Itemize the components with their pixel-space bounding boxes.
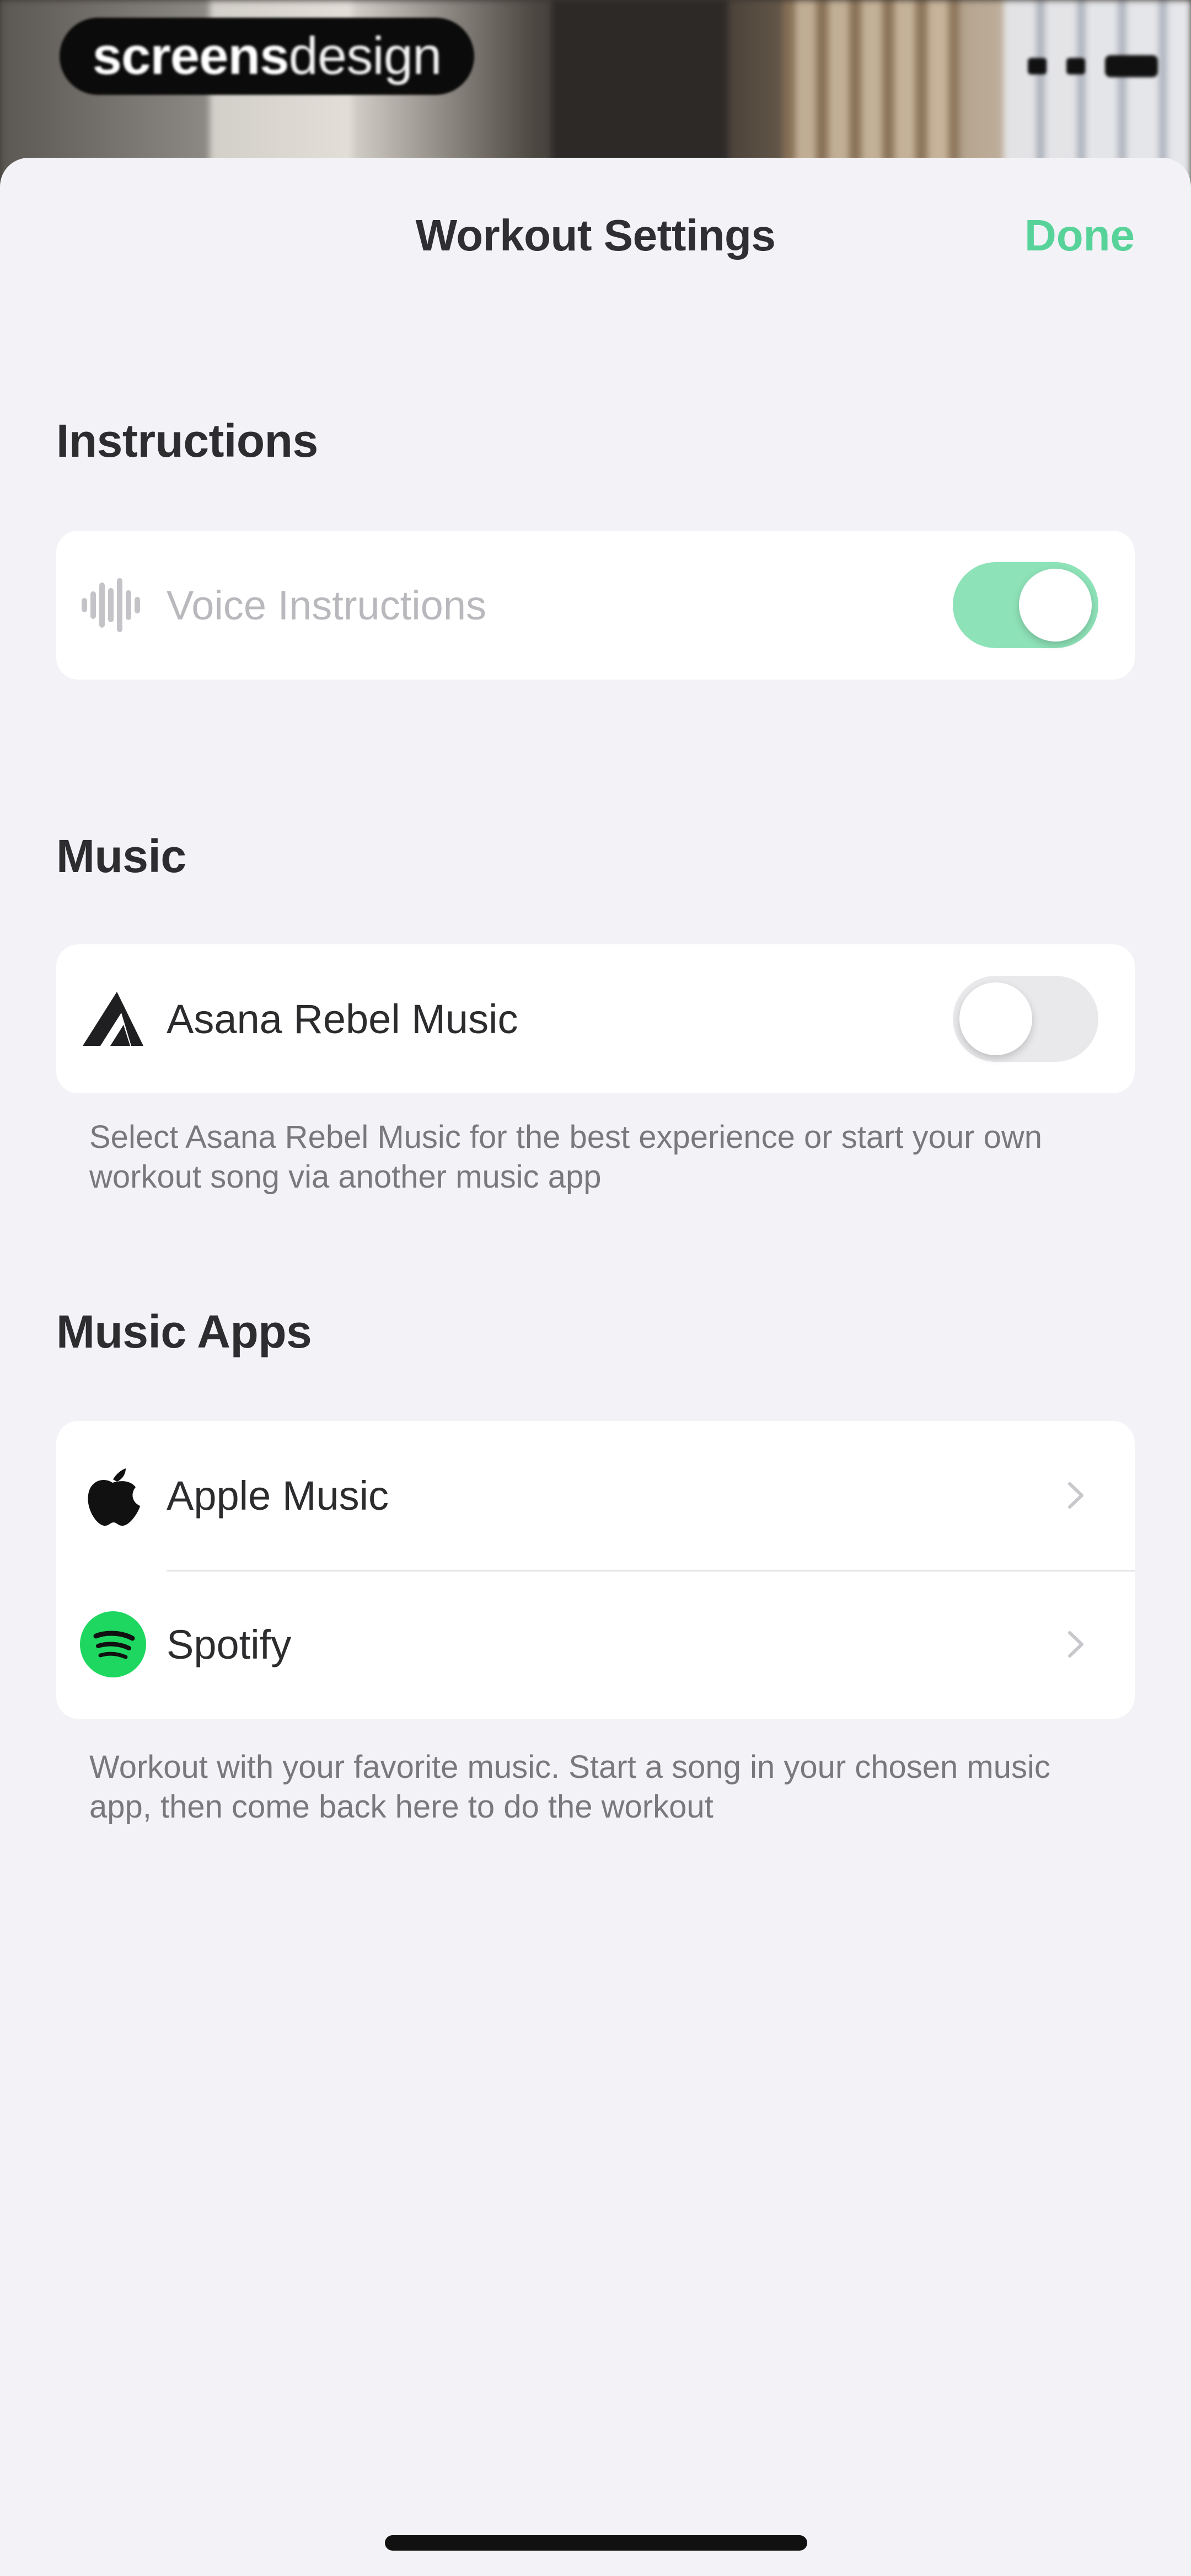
page-title: Workout Settings: [415, 211, 776, 260]
battery-icon: [1105, 55, 1158, 77]
voice-instructions-toggle[interactable]: [953, 562, 1098, 648]
music-footnote: Select Asana Rebel Music for the best ex…: [89, 1119, 1042, 1195]
spotify-icon: [78, 1610, 148, 1679]
home-indicator[interactable]: [385, 2535, 807, 2551]
wifi-icon: [1066, 58, 1085, 74]
apple-icon: [78, 1461, 148, 1530]
apple-music-label: Apple Music: [167, 1472, 389, 1519]
asana-rebel-music-label: Asana Rebel Music: [167, 996, 518, 1042]
chevron-right-icon: [1068, 1482, 1083, 1509]
asana-rebel-music-toggle[interactable]: [953, 976, 1098, 1062]
spotify-label: Spotify: [167, 1621, 292, 1668]
apple-music-row[interactable]: Apple Music: [56, 1421, 1135, 1570]
status-bar-icons: [1028, 55, 1158, 77]
music-apps-card: Apple Music Spotify: [56, 1421, 1135, 1719]
toggle-knob: [1019, 569, 1092, 642]
section-header-music: Music: [56, 830, 186, 882]
signal-icon: [1028, 58, 1047, 74]
sound-wave-icon: [78, 570, 148, 640]
music-apps-footnote: Workout with your favorite music. Start …: [89, 1749, 1050, 1825]
watermark-light: design: [288, 26, 442, 85]
workout-settings-sheet: Workout Settings Done Instructions Voice…: [0, 158, 1191, 2576]
spotify-row[interactable]: Spotify: [56, 1570, 1135, 1719]
music-card: Asana Rebel Music: [56, 944, 1135, 1093]
watermark-bold: screens: [92, 26, 289, 85]
asana-rebel-logo-icon: [78, 984, 148, 1054]
screensdesign-watermark: screensdesign: [60, 18, 474, 95]
section-header-instructions: Instructions: [56, 415, 318, 467]
toggle-knob: [959, 982, 1032, 1055]
instructions-card: Voice Instructions: [56, 531, 1135, 680]
section-header-music-apps: Music Apps: [56, 1306, 312, 1358]
done-button[interactable]: Done: [1024, 210, 1135, 261]
voice-instructions-row[interactable]: Voice Instructions: [56, 531, 1135, 680]
chevron-right-icon: [1068, 1631, 1083, 1658]
asana-rebel-music-row[interactable]: Asana Rebel Music: [56, 944, 1135, 1093]
voice-instructions-label: Voice Instructions: [167, 582, 486, 628]
